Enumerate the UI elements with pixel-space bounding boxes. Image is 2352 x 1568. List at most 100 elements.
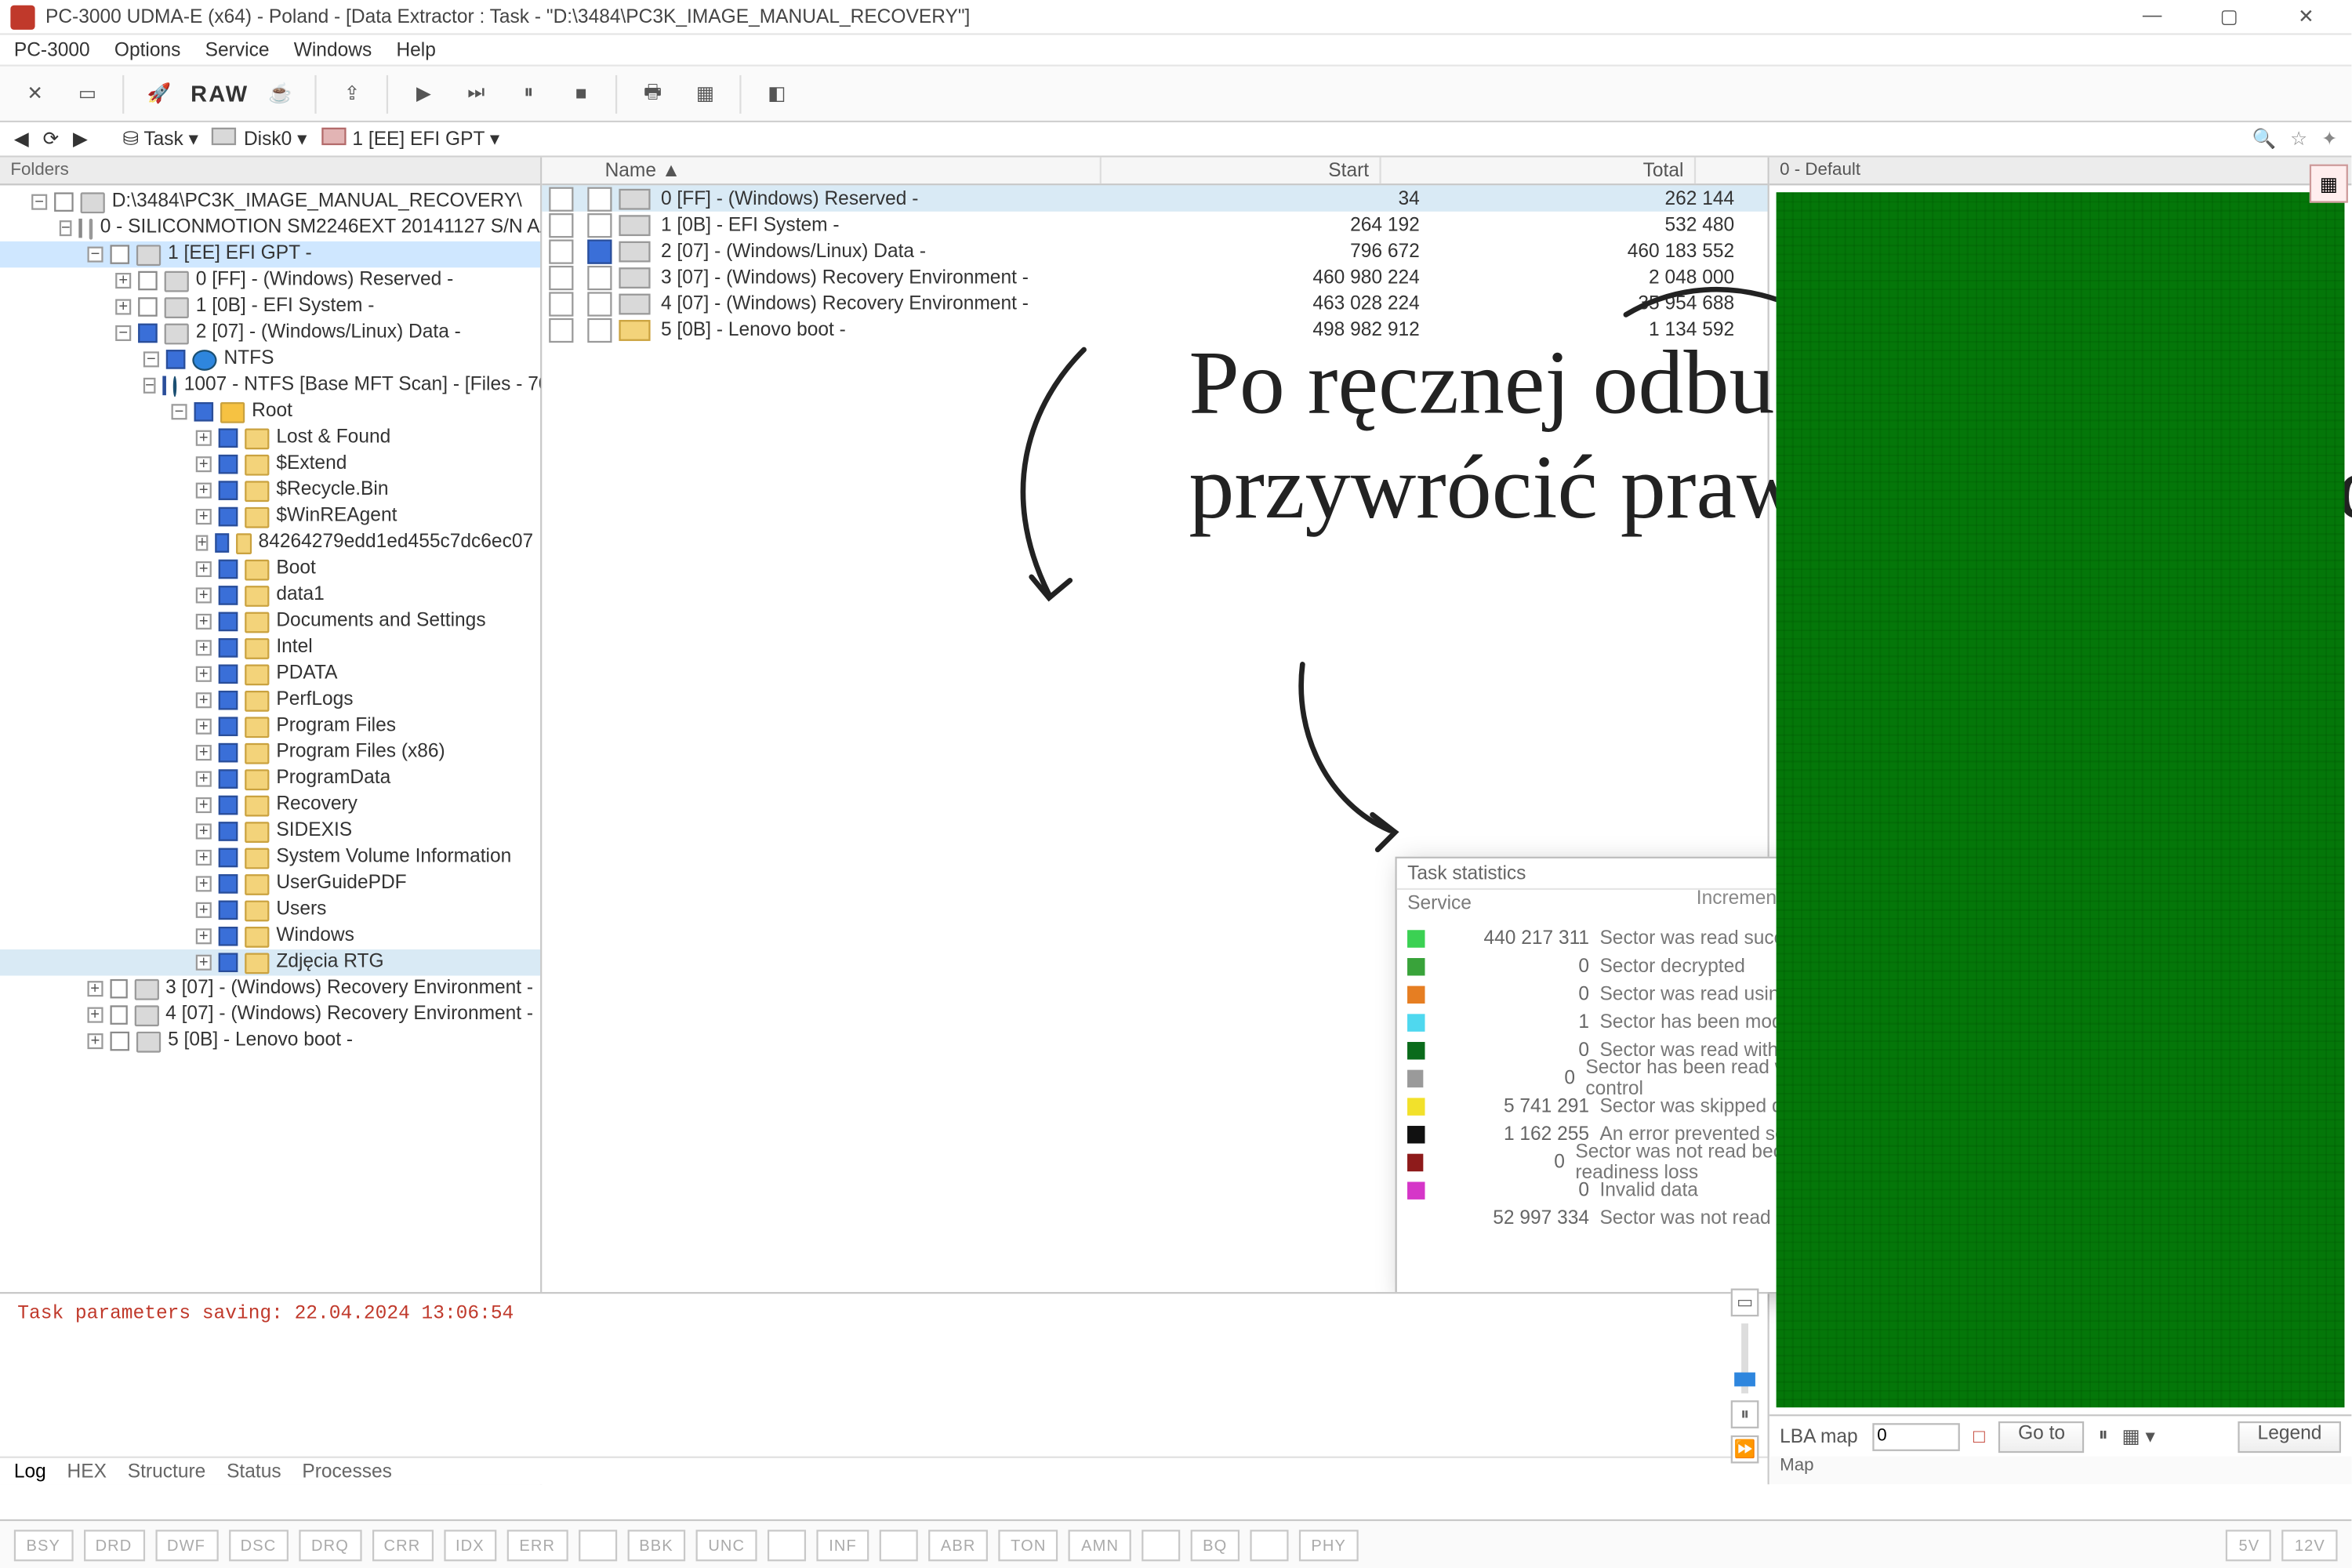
search-icon[interactable]: 🔍 <box>2252 128 2277 151</box>
rocket-icon[interactable]: 🚀 <box>138 73 180 115</box>
camera-icon[interactable]: ▦ <box>684 73 727 115</box>
tree-folder[interactable]: +Boot <box>0 556 540 582</box>
folder-tree[interactable]: −D:\3484\PC3K_IMAGE_MANUAL_RECOVERY\ −0 … <box>0 185 540 1456</box>
log-slider[interactable]: ▭ ⏸ ⏩ <box>1729 1289 1760 1464</box>
tree-folder[interactable]: +PerfLogs <box>0 687 540 713</box>
log-panel: Task parameters saving: 22.04.2024 13:06… <box>0 1292 1768 1484</box>
tree-folder[interactable]: +$Recycle.Bin <box>0 477 540 503</box>
map-layers-icon[interactable]: ▦ ▾ <box>2122 1425 2155 1447</box>
tree-folder[interactable]: +data1 <box>0 583 540 608</box>
status-indicator: DSC <box>228 1529 289 1560</box>
slider-up-icon: ▭ <box>1731 1289 1759 1317</box>
side-tool-icon[interactable]: ▦ <box>2310 165 2348 203</box>
tab-processes[interactable]: Processes <box>302 1461 392 1482</box>
tree-folder[interactable]: +ProgramData <box>0 766 540 792</box>
tree-folder[interactable]: +System Volume Information <box>0 844 540 870</box>
folders-panel: Folders −D:\3484\PC3K_IMAGE_MANUAL_RECOV… <box>0 158 542 1485</box>
cup-icon[interactable]: ☕ <box>260 73 302 115</box>
maximize-button[interactable]: ▢ <box>2194 5 2264 28</box>
menubar: PC-3000 Options Service Windows Help <box>0 35 2351 67</box>
tab-status[interactable]: Status <box>227 1461 281 1482</box>
list-row[interactable]: 1 [0B] - EFI System - 264 192 532 480 <box>542 212 1767 238</box>
star-filled-icon[interactable]: ✦ <box>2321 128 2338 151</box>
tree-folder[interactable]: +Users <box>0 897 540 923</box>
tree-folder[interactable]: +$Extend <box>0 451 540 477</box>
col-name: Name ▲ <box>542 158 1102 183</box>
sector-map[interactable] <box>1777 192 2345 1407</box>
tree-folder[interactable]: +Program Files (x86) <box>0 739 540 765</box>
raw-button[interactable]: RAW <box>191 81 249 107</box>
tree-folder[interactable]: +SIDEXIS <box>0 818 540 844</box>
log-tabs: Log HEX Structure Status Processes <box>0 1457 1768 1485</box>
tab-hex[interactable]: HEX <box>67 1461 107 1482</box>
window-titlebar: PC-3000 UDMA-E (x64) - Poland - [Data Ex… <box>0 0 2351 35</box>
status-indicator: 12V <box>2282 1529 2337 1560</box>
stop-icon[interactable]: ■ <box>560 73 602 115</box>
arrow-left-icon <box>962 332 1120 612</box>
tree-folder[interactable]: +PDATA <box>0 661 540 687</box>
play-icon[interactable]: ▶ <box>403 73 445 115</box>
refresh-icon[interactable]: ⟳ <box>43 128 60 151</box>
list-row[interactable]: 5 [0B] - Lenovo boot - 498 982 912 1 134… <box>542 317 1767 343</box>
menu-service[interactable]: Service <box>205 39 270 60</box>
status-indicator: PHY <box>1299 1529 1359 1560</box>
fwd-icon[interactable]: ▶ <box>73 128 88 151</box>
status-indicator: 5V <box>2227 1529 2272 1560</box>
back-icon[interactable]: ◀ <box>14 128 29 151</box>
menu-options[interactable]: Options <box>114 39 181 60</box>
breadcrumb-bar: ◀ ⟳ ▶ ⛁ Task ▾ Disk0 ▾ 1 [EE] EFI GPT ▾ … <box>0 122 2351 158</box>
tree-folder[interactable]: +Lost & Found <box>0 425 540 451</box>
list-row[interactable]: 2 [07] - (Windows/Linux) Data - 796 672 … <box>542 238 1767 263</box>
crumb-task[interactable]: Task <box>143 129 183 151</box>
list-row[interactable]: 0 [FF] - (Windows) Reserved - 34 262 144 <box>542 185 1767 211</box>
tree-folder[interactable]: +Documents and Settings <box>0 608 540 634</box>
minimize-button[interactable]: — <box>2118 5 2187 28</box>
status-indicator: AMN <box>1069 1529 1131 1560</box>
tree-folder[interactable]: +Windows <box>0 923 540 949</box>
map-pause-icon[interactable]: ⏸ <box>2098 1425 2107 1447</box>
tools-icon[interactable]: ✕ <box>14 73 56 115</box>
lba-marker-icon[interactable]: □ <box>1973 1426 1985 1447</box>
goto-button[interactable]: Go to <box>1999 1421 2085 1452</box>
menu-help[interactable]: Help <box>396 39 435 60</box>
crumb-disk[interactable]: Disk0 <box>244 129 292 151</box>
step-icon[interactable]: ⏭ <box>456 73 498 115</box>
window-title: PC-3000 UDMA-E (x64) - Poland - [Data Ex… <box>45 6 970 27</box>
pause-icon[interactable]: ⏸ <box>507 73 550 115</box>
menu-windows[interactable]: Windows <box>294 39 372 60</box>
map-footer: Map <box>1769 1457 2352 1485</box>
column-toggle-icon[interactable]: ◧ <box>756 73 798 115</box>
slider-pause-icon: ⏸ <box>1731 1400 1759 1428</box>
legend-button[interactable]: Legend <box>2238 1421 2341 1452</box>
star-outline-icon[interactable]: ☆ <box>2290 128 2307 151</box>
tree-folder[interactable]: +UserGuidePDF <box>0 871 540 897</box>
tree-folder[interactable]: +Intel <box>0 634 540 660</box>
status-indicator <box>1250 1529 1288 1560</box>
tab-log[interactable]: Log <box>14 1461 46 1482</box>
log-text: Task parameters saving: 22.04.2024 13:06… <box>0 1294 1768 1456</box>
crumb-part[interactable]: 1 [EE] EFI GPT <box>352 129 485 151</box>
template-icon[interactable]: ▭ <box>67 73 109 115</box>
main-toolbar: ✕ ▭ 🚀 RAW ☕ ⇪ ▶ ⏭ ⏸ ■ 🖶 ▦ ◧ <box>0 67 2351 122</box>
tree-folder[interactable]: +84264279edd1ed455c7dc6ec07 <box>0 530 540 556</box>
export-icon[interactable]: ⇪ <box>331 73 373 115</box>
status-bar: BSYDRDDWFDSCDRQCRRIDXERRBBKUNCINFABRTONA… <box>0 1519 2351 1568</box>
status-indicator <box>1142 1529 1180 1560</box>
status-indicator: ABR <box>928 1529 988 1560</box>
arrow-dialog-icon <box>1276 647 1416 857</box>
map-controls: LBA map □ Go to ⏸ ▦ ▾ Legend <box>1769 1414 2352 1457</box>
map-panel: 0 - Default LBA map □ Go to ⏸ ▦ ▾ Legend… <box>1768 158 2352 1485</box>
tab-structure[interactable]: Structure <box>128 1461 206 1482</box>
tree-folder[interactable]: +Program Files <box>0 713 540 739</box>
tree-folder[interactable]: +$WinREAgent <box>0 503 540 529</box>
printer-icon[interactable]: 🖶 <box>632 73 674 115</box>
list-row[interactable]: 3 [07] - (Windows) Recovery Environment … <box>542 264 1767 290</box>
lba-input[interactable] <box>1872 1422 1960 1450</box>
tree-folder[interactable]: +Zdjęcia RTG <box>0 949 540 975</box>
list-row[interactable]: 4 [07] - (Windows) Recovery Environment … <box>542 290 1767 316</box>
close-button[interactable]: ✕ <box>2271 5 2341 28</box>
tree-folder[interactable]: +Recovery <box>0 792 540 818</box>
list-header[interactable]: Name ▲ Start Total <box>542 158 1767 186</box>
list-body[interactable]: 0 [FF] - (Windows) Reserved - 34 262 144… <box>542 185 1767 343</box>
menu-pc3000[interactable]: PC-3000 <box>14 39 90 60</box>
